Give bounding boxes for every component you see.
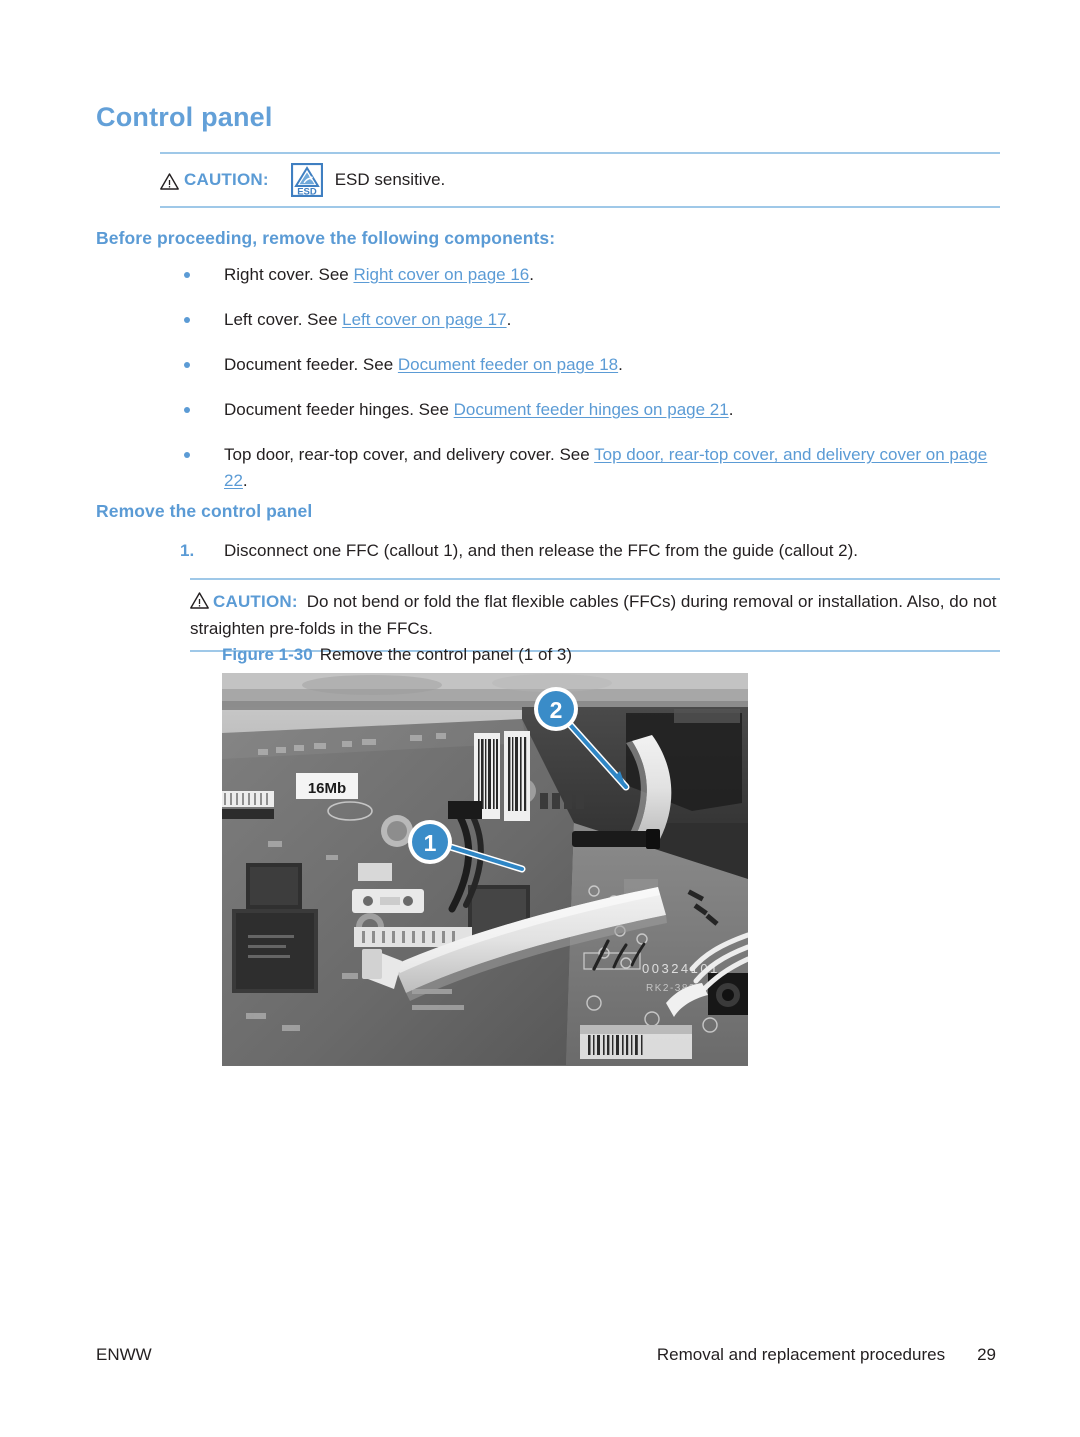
page-title: Control panel	[96, 102, 273, 132]
figure-number: Figure 1-30	[222, 645, 313, 664]
svg-text:16Mb: 16Mb	[308, 780, 346, 797]
svg-text:ESD: ESD	[297, 186, 317, 197]
figure-caption: Figure 1-30 Remove the control panel (1 o…	[222, 645, 572, 665]
list-item-tail: .	[242, 471, 248, 490]
list-item-lead: Top door, rear-top cover, and delivery c…	[224, 445, 595, 464]
ffc-note-text: Do not bend or fold the flat flexible ca…	[190, 592, 997, 638]
svg-text:1: 1	[424, 830, 437, 856]
cross-reference-link[interactable]: Left cover on page 17	[342, 310, 506, 329]
footer-right: Removal and replacement procedures 29	[657, 1345, 996, 1365]
caution-label: CAUTION:	[184, 170, 269, 189]
figure-title: Remove the control panel (1 of 3)	[319, 645, 573, 664]
list-item: Document feeder hinges. See Document fee…	[96, 397, 996, 423]
list-item-tail: .	[618, 355, 623, 374]
list-item-tail: .	[728, 400, 734, 419]
footer-left-label: ENWW	[96, 1345, 152, 1364]
caution-label: CAUTION:	[213, 592, 298, 611]
bullet-dot-icon	[184, 317, 190, 323]
step-number: 1.	[180, 541, 195, 560]
step-text: Disconnect one FFC (callout 1), and then…	[224, 541, 859, 560]
list-item: Document feeder. See Document feeder on …	[96, 352, 996, 378]
list-item-tail: .	[529, 265, 534, 284]
callout-2: 2	[534, 687, 578, 731]
cross-reference-link[interactable]: Document feeder on page 18	[398, 355, 618, 374]
svg-text:2: 2	[550, 697, 563, 723]
warning-triangle-icon	[160, 172, 179, 190]
list-item-tail: .	[506, 310, 512, 329]
bullet-dot-icon	[184, 272, 190, 278]
section-heading-remove-control-panel: Remove the control panel	[96, 501, 313, 521]
list-item: Left cover. See Left cover on page 17.	[96, 307, 996, 333]
section-heading-before-proceeding: Before proceeding, remove the following …	[96, 228, 556, 248]
esd-caution-note: CAUTION: ESD ESD sensitive.	[160, 152, 1000, 208]
esd-sensitive-icon: ESD	[290, 162, 323, 197]
warning-triangle-icon	[190, 590, 209, 609]
memory-sticker: 16Mb	[296, 773, 358, 799]
footer-section-label: Removal and replacement procedures	[656, 1345, 946, 1364]
cross-reference-link[interactable]: Document feeder hinges on page 21	[454, 400, 729, 419]
esd-note-text: ESD sensitive.	[334, 170, 446, 189]
cross-reference-link[interactable]: Right cover on page 16	[353, 265, 529, 284]
list-item: Top door, rear-top cover, and delivery c…	[96, 442, 996, 494]
bullet-dot-icon	[184, 362, 190, 368]
list-item-lead: Document feeder hinges. See	[224, 400, 454, 419]
prerequisite-component-list: Right cover. See Right cover on page 16.…	[96, 262, 996, 513]
list-item: Right cover. See Right cover on page 16.	[96, 262, 996, 288]
figure-image-control-panel-pcb: 16Mb 00324101 RK2-3838 2 1	[222, 673, 748, 1066]
ffc-caution-note: CAUTION: Do not bend or fold the flat fle…	[190, 578, 1000, 652]
list-item-lead: Document feeder. See	[224, 355, 398, 374]
bullet-dot-icon	[184, 407, 190, 413]
procedure-step: 1. Disconnect one FFC (callout 1), and t…	[96, 538, 996, 564]
callout-1: 1	[408, 820, 452, 864]
bullet-dot-icon	[184, 452, 190, 458]
document-page: Control panel CAUTION: ESD ESD sensitive…	[0, 0, 1080, 1437]
pcb-photograph: 16Mb 00324101 RK2-3838 2 1	[222, 673, 748, 1066]
list-item-lead: Right cover. See	[224, 265, 354, 284]
page-number: 29	[977, 1345, 996, 1364]
list-item-lead: Left cover. See	[224, 310, 343, 329]
